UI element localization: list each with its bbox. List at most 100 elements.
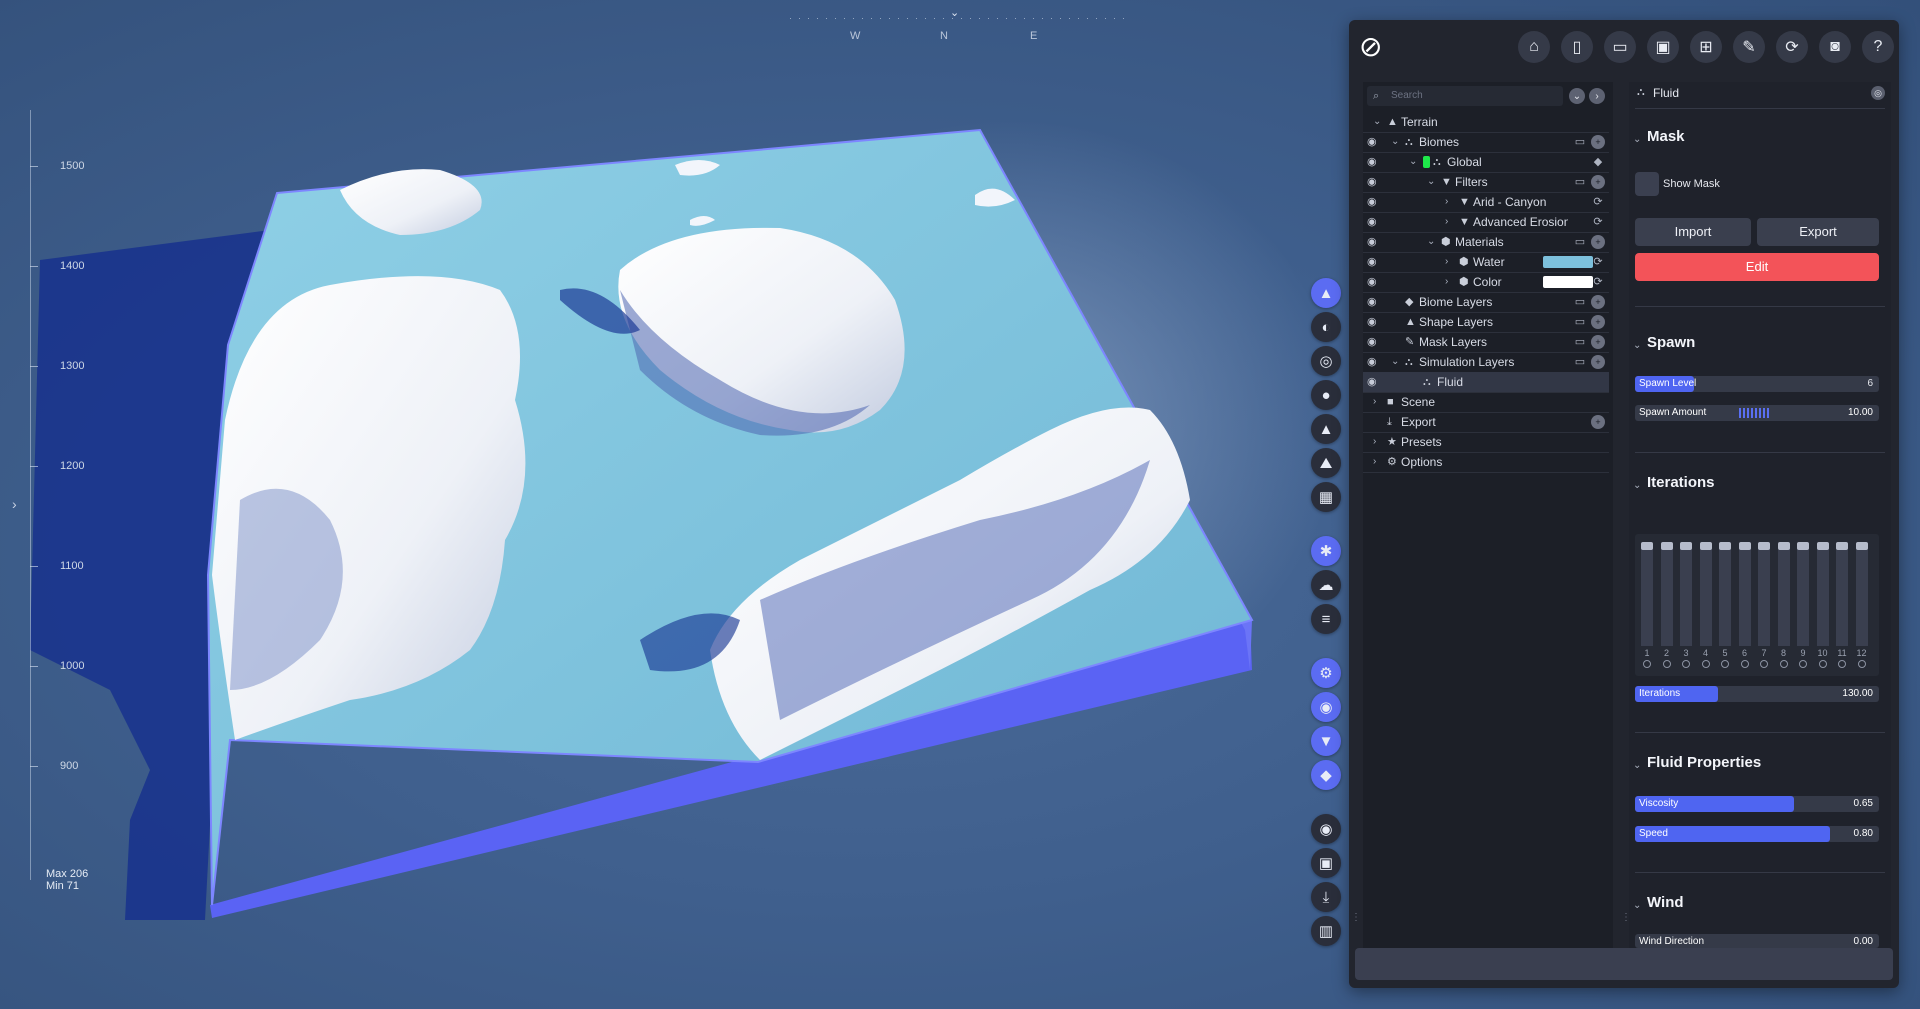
chevron-right-icon[interactable]: › bbox=[1373, 392, 1376, 412]
tree-item-simulation-layers[interactable]: ◉ ⌄ ⛬ Simulation Layers + ▭ bbox=[1363, 352, 1609, 373]
new-file-icon[interactable]: ▯ bbox=[1561, 31, 1593, 63]
sync-icon[interactable]: ⟳ bbox=[1591, 215, 1605, 229]
iteration-bar[interactable] bbox=[1855, 546, 1868, 646]
image-icon[interactable]: ▣ bbox=[1311, 848, 1341, 878]
sync-icon[interactable]: ⟳ bbox=[1591, 275, 1605, 289]
spawn-section-title[interactable]: Spawn bbox=[1647, 334, 1695, 351]
iteration-toggle[interactable] bbox=[1838, 660, 1846, 668]
tree-item-advanced-erosion-sc[interactable]: ◉ › ▼Advanced Erosion - Sc ⟳ bbox=[1363, 212, 1609, 233]
iteration-bar[interactable] bbox=[1660, 546, 1673, 646]
target-icon[interactable]: ◎ bbox=[1311, 346, 1341, 376]
collapse-all-icon[interactable]: ⌄ bbox=[1569, 88, 1585, 104]
iteration-bar[interactable] bbox=[1758, 546, 1770, 646]
iteration-bar[interactable] bbox=[1738, 546, 1751, 646]
save-icon[interactable]: ▣ bbox=[1647, 31, 1679, 63]
iteration-toggle[interactable] bbox=[1760, 660, 1768, 668]
chevron-right-icon[interactable]: › bbox=[1373, 432, 1376, 452]
chevron-down-icon[interactable]: ⌄ bbox=[1409, 152, 1417, 172]
chevron-down-icon[interactable]: ⌄ bbox=[1633, 900, 1641, 911]
iteration-bar[interactable] bbox=[1641, 546, 1653, 646]
iteration-toggle[interactable] bbox=[1682, 660, 1690, 668]
iteration-toggle[interactable] bbox=[1721, 660, 1729, 668]
tree-item-global[interactable]: ◉ ⌄ ⛬ Global ◆ bbox=[1363, 152, 1609, 173]
mask-section-title[interactable]: Mask bbox=[1647, 128, 1685, 145]
sync-icon[interactable]: ⟳ bbox=[1591, 195, 1605, 209]
iteration-knob[interactable] bbox=[1660, 542, 1673, 550]
chevron-right-icon[interactable]: › bbox=[1445, 272, 1448, 292]
tree-item-biome-layers[interactable]: ◉ ◆ Biome Layers + ▭ bbox=[1363, 292, 1609, 313]
wind-direction-slider[interactable]: Wind Direction 0.00 bbox=[1635, 934, 1879, 948]
iteration-bar[interactable] bbox=[1777, 546, 1790, 646]
gear-icon[interactable]: ✱ bbox=[1311, 536, 1341, 566]
export-button[interactable]: Export bbox=[1757, 218, 1879, 246]
iteration-knob[interactable] bbox=[1816, 542, 1829, 550]
wind-section-title[interactable]: Wind bbox=[1647, 894, 1684, 911]
iteration-bar[interactable] bbox=[1816, 546, 1829, 646]
add-icon[interactable]: + bbox=[1591, 335, 1605, 349]
folder-icon[interactable]: ▭ bbox=[1573, 355, 1587, 369]
import-button[interactable]: Import bbox=[1635, 218, 1751, 246]
iteration-knob[interactable] bbox=[1836, 542, 1848, 550]
add-icon[interactable]: + bbox=[1591, 415, 1605, 429]
chart-icon[interactable]: ▥ bbox=[1311, 916, 1341, 946]
add-icon[interactable]: + bbox=[1591, 315, 1605, 329]
edit-file-icon[interactable]: ✎ bbox=[1733, 31, 1765, 63]
chevron-down-icon[interactable]: ⌄ bbox=[1633, 760, 1641, 771]
iteration-knob[interactable] bbox=[1719, 542, 1731, 550]
resize-handle-icon[interactable]: ⋮ bbox=[1351, 912, 1361, 928]
eye-icon[interactable]: ◉ bbox=[1367, 332, 1377, 352]
tree-item-biomes[interactable]: ◉ ⌄ ⛬ Biomes + ▭ bbox=[1363, 132, 1609, 153]
iteration-bar[interactable] bbox=[1719, 546, 1731, 646]
chevron-down-icon[interactable]: ⌄ bbox=[1633, 340, 1641, 351]
add-icon[interactable]: + bbox=[1591, 175, 1605, 189]
folder-icon[interactable]: ▭ bbox=[1573, 295, 1587, 309]
eye-icon[interactable]: ◉ bbox=[1367, 312, 1377, 332]
eye-icon[interactable]: ◉ bbox=[1367, 232, 1377, 252]
iteration-toggle[interactable] bbox=[1701, 660, 1710, 668]
iteration-knob[interactable] bbox=[1777, 542, 1790, 550]
search-input[interactable]: ⌕ Search bbox=[1367, 86, 1563, 106]
layers-icon[interactable]: ◆ bbox=[1311, 760, 1341, 790]
folder-icon[interactable]: ▭ bbox=[1573, 235, 1587, 249]
iteration-toggle[interactable] bbox=[1662, 660, 1671, 668]
eye-icon[interactable]: ◉ bbox=[1367, 252, 1377, 272]
iterations-graph[interactable]: 1 2 3 4 5 6 7 8 9 10 11 12 bbox=[1635, 534, 1879, 676]
grid-icon[interactable]: ▦ bbox=[1311, 482, 1341, 512]
layers-icon[interactable]: ◆ bbox=[1591, 155, 1605, 169]
eye-icon[interactable]: ◉ bbox=[1367, 212, 1377, 232]
camera-icon[interactable]: ◙ bbox=[1819, 31, 1851, 63]
fluid-properties-section-title[interactable]: Fluid Properties bbox=[1647, 754, 1761, 771]
tree-item-terrain[interactable]: ⌄ ▲ Terrain bbox=[1363, 112, 1609, 133]
add-icon[interactable]: + bbox=[1591, 355, 1605, 369]
resize-handle-icon[interactable]: ⋮ bbox=[1621, 912, 1631, 928]
iteration-bar[interactable] bbox=[1680, 546, 1692, 646]
chevron-down-icon[interactable]: ⌄ bbox=[1633, 134, 1641, 145]
chevron-right-icon[interactable]: › bbox=[1445, 212, 1448, 232]
add-icon[interactable]: + bbox=[1591, 295, 1605, 309]
tree-item-presets[interactable]: › ★ Presets bbox=[1363, 432, 1609, 453]
iteration-toggle[interactable] bbox=[1740, 660, 1749, 668]
eye-icon[interactable]: ◉ bbox=[1367, 372, 1377, 392]
iteration-knob[interactable] bbox=[1855, 542, 1868, 550]
sync-icon[interactable]: ⟳ bbox=[1591, 255, 1605, 269]
eye-icon[interactable]: ◉ bbox=[1367, 292, 1377, 312]
iteration-toggle[interactable] bbox=[1643, 660, 1651, 668]
filter-icon[interactable]: ▼ bbox=[1311, 726, 1341, 756]
eye-icon[interactable]: ◉ bbox=[1367, 352, 1377, 372]
sync-icon[interactable]: ⟳ bbox=[1776, 31, 1808, 63]
lines-icon[interactable]: ≡ bbox=[1311, 604, 1341, 634]
chevron-down-icon[interactable]: ⌄ bbox=[1427, 232, 1435, 252]
viscosity-slider[interactable]: Viscosity 0.65 bbox=[1635, 796, 1879, 812]
biome-color-swatch[interactable] bbox=[1423, 156, 1430, 168]
chevron-down-icon[interactable]: ⌄ bbox=[1391, 352, 1399, 372]
iterations-slider[interactable]: Iterations 130.00 bbox=[1635, 686, 1879, 702]
eye-icon[interactable]: ◉ bbox=[1367, 172, 1377, 192]
iteration-knob[interactable] bbox=[1758, 542, 1770, 550]
tree-item-shape-layers[interactable]: ◉ ▲ Shape Layers + ▭ bbox=[1363, 312, 1609, 333]
eye-icon[interactable]: ◉ bbox=[1367, 272, 1377, 292]
add-icon[interactable]: + bbox=[1591, 235, 1605, 249]
iterations-section-title[interactable]: Iterations bbox=[1647, 474, 1715, 491]
landscape-icon[interactable]: ⛰ bbox=[1311, 448, 1341, 478]
cloud-icon[interactable]: ☁ bbox=[1311, 570, 1341, 600]
tree-item-fluid[interactable]: ◉ ⛬ Fluid bbox=[1363, 372, 1609, 393]
